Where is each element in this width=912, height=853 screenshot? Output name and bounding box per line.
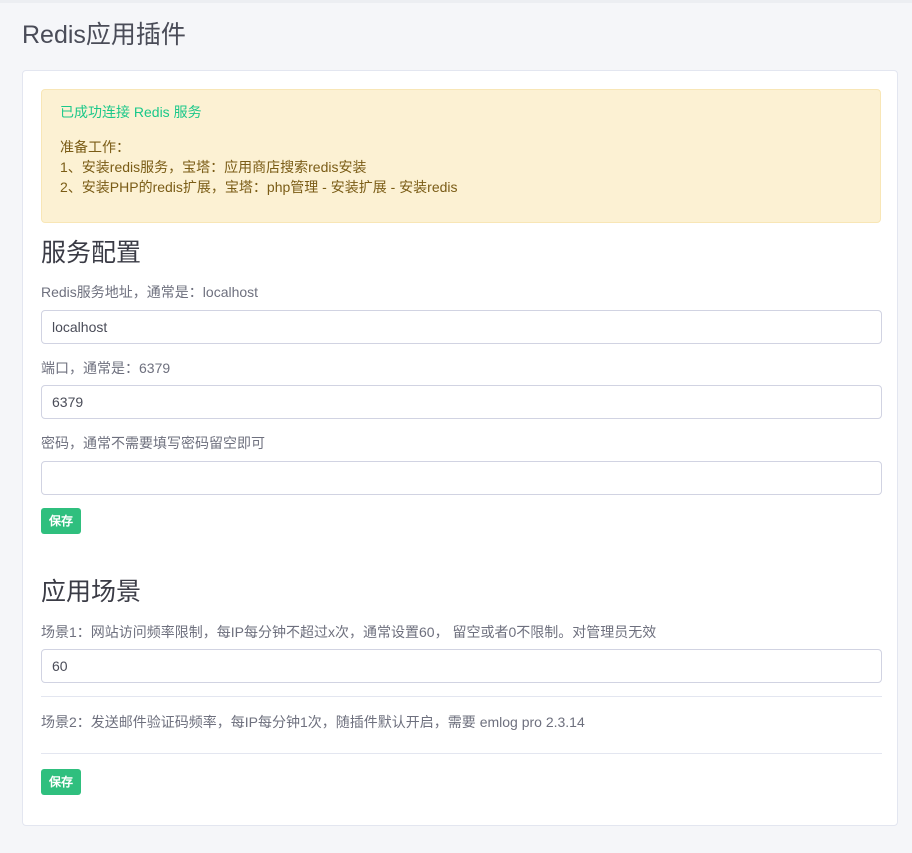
save-scenarios-button[interactable]: 保存 (41, 769, 82, 795)
scene2-text: 场景2：发送邮件验证码频率，每IP每分钟1次，随插件默认开启，需要 emlog … (41, 714, 585, 730)
divider (41, 753, 882, 754)
connection-status: 已成功连接 Redis 服务 (60, 104, 202, 120)
service-config-heading: 服务配置 (41, 239, 142, 267)
scene1-label: 场景1：网站访问频率限制，每IP每分钟不超过x次，通常设置60， 留空或者0不限… (41, 624, 657, 640)
rate-limit-input[interactable] (41, 649, 882, 683)
port-label: 端口，通常是：6379 (41, 360, 171, 376)
password-label: 密码，通常不需要填写密码留空即可 (41, 435, 265, 451)
prep-step-1: 1、安装redis服务，宝塔：应用商店搜索redis安装 (60, 159, 367, 175)
scenarios-heading: 应用场景 (41, 578, 142, 606)
host-label: Redis服务地址，通常是：localhost (41, 284, 259, 300)
top-border (0, 0, 912, 3)
password-input[interactable] (41, 461, 882, 495)
prep-title: 准备工作： (60, 139, 130, 155)
settings-card: 已成功连接 Redis 服务 准备工作： 1、安装redis服务，宝塔：应用商店… (22, 70, 898, 826)
prep-step-2: 2、安装PHP的redis扩展，宝塔：php管理 - 安装扩展 - 安装redi… (60, 179, 458, 195)
port-input[interactable] (41, 385, 882, 419)
save-config-button[interactable]: 保存 (41, 508, 82, 534)
divider (41, 696, 882, 697)
info-alert: 已成功连接 Redis 服务 准备工作： 1、安装redis服务，宝塔：应用商店… (41, 89, 881, 223)
host-input[interactable] (41, 310, 882, 344)
page-title: Redis应用插件 (22, 21, 186, 49)
